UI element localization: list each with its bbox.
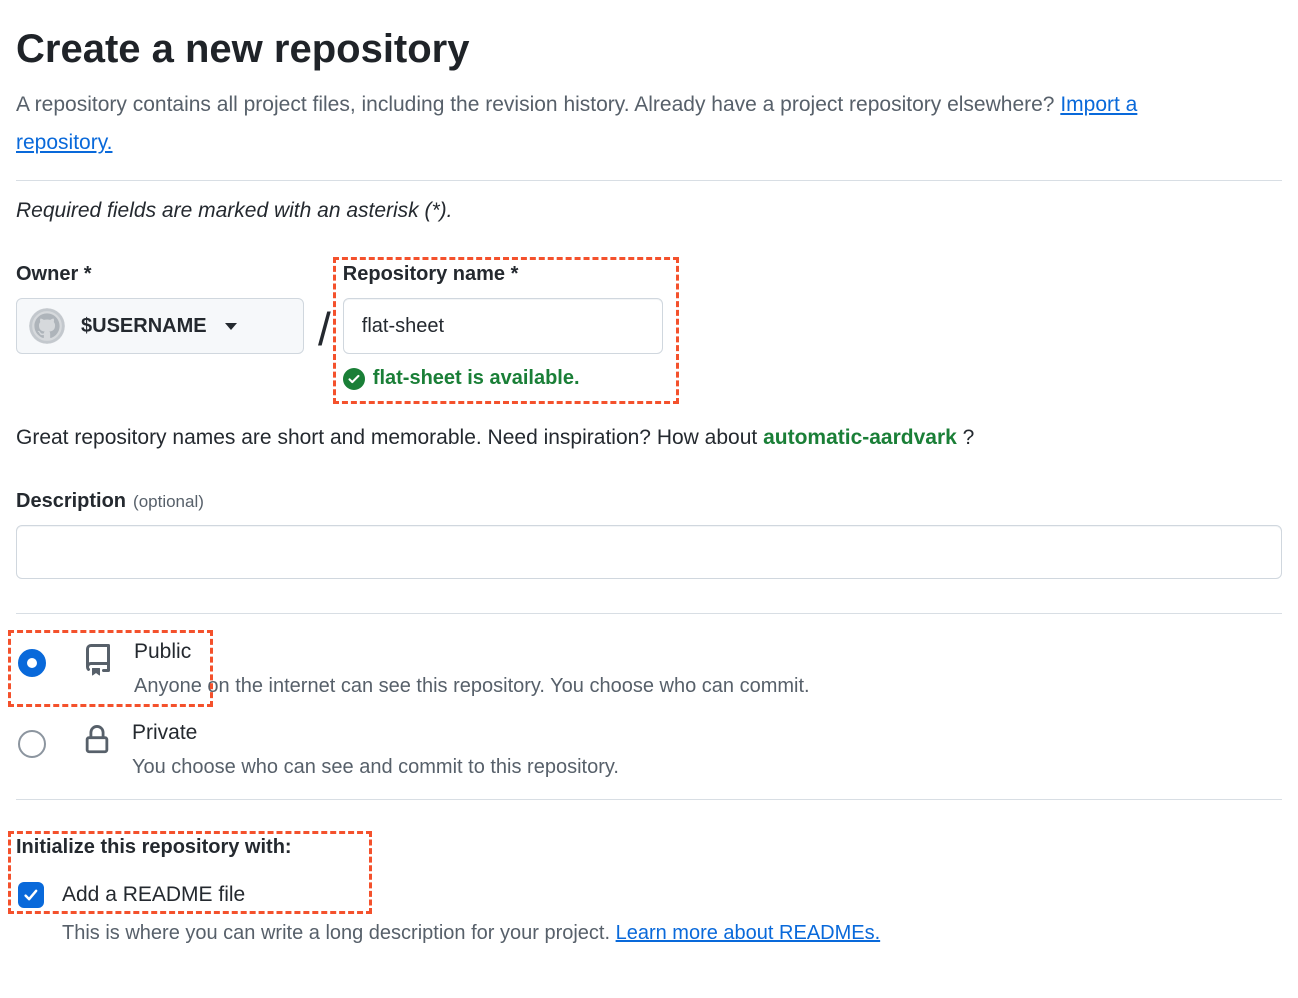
visibility-option-public: Public Anyone on the internet can see th…: [16, 639, 1282, 698]
owner-dropdown-button[interactable]: $USERNAME: [16, 298, 304, 354]
description-label: Description: [16, 490, 126, 513]
owner-field: Owner * $USERNAME: [16, 263, 304, 354]
lock-icon: [82, 725, 112, 760]
name-hint-text: Great repository names are short and mem…: [16, 426, 763, 449]
visibility-option-private: Private You choose who can see and commi…: [16, 720, 1282, 779]
learn-more-readmes-link[interactable]: Learn more about READMEs.: [616, 922, 881, 944]
name-suggestion-line: Great repository names are short and mem…: [16, 426, 1282, 450]
check-circle-icon: [343, 368, 365, 390]
readme-checkbox[interactable]: [18, 882, 44, 908]
owner-avatar-icon: [29, 308, 65, 344]
owner-selected-value: $USERNAME: [81, 315, 207, 338]
suggested-repo-name[interactable]: automatic-aardvark: [763, 426, 957, 449]
repository-name-label: Repository name *: [343, 263, 663, 286]
public-option-description: Anyone on the internet can see this repo…: [134, 674, 810, 698]
owner-repo-separator: /: [318, 301, 331, 357]
readme-checkbox-row: Add a README file: [16, 882, 1282, 908]
readme-checkbox-label[interactable]: Add a README file: [62, 883, 245, 907]
divider: [16, 613, 1282, 614]
availability-status: flat-sheet is available.: [343, 367, 663, 390]
divider: [16, 180, 1282, 181]
description-optional-tag: (optional): [133, 492, 204, 512]
owner-label: Owner *: [16, 263, 304, 286]
private-radio[interactable]: [18, 730, 46, 758]
caret-down-icon: [225, 323, 237, 330]
required-fields-note: Required fields are marked with an aster…: [16, 199, 1282, 223]
owner-repo-row: Owner * $USERNAME / Repository name *: [16, 263, 1282, 390]
intro-paragraph: A repository contains all project files,…: [16, 86, 1231, 162]
divider: [16, 799, 1282, 800]
public-option-text: Public Anyone on the internet can see th…: [134, 639, 810, 698]
description-label-row: Description (optional): [16, 490, 1282, 513]
checkmark-icon: [22, 886, 40, 904]
public-option-label[interactable]: Public: [134, 639, 810, 665]
repository-name-input[interactable]: [343, 298, 663, 354]
public-radio[interactable]: [18, 649, 46, 677]
private-option-description: You choose who can see and commit to thi…: [132, 755, 619, 779]
readme-note-text: This is where you can write a long descr…: [62, 922, 616, 944]
initialize-heading: Initialize this repository with:: [16, 836, 1282, 859]
intro-text: A repository contains all project files,…: [16, 93, 1060, 116]
description-input[interactable]: [16, 525, 1282, 579]
create-repository-page: Create a new repository A repository con…: [0, 26, 1298, 945]
repo-book-icon: [82, 644, 114, 681]
readme-note: This is where you can write a long descr…: [62, 922, 1282, 945]
private-option-text: Private You choose who can see and commi…: [132, 720, 619, 779]
page-title: Create a new repository: [16, 26, 1282, 72]
private-option-label[interactable]: Private: [132, 720, 619, 746]
initialize-section: Initialize this repository with: Add a R…: [16, 836, 1282, 908]
availability-message: flat-sheet is available.: [373, 367, 580, 390]
name-hint-suffix: ?: [957, 426, 975, 449]
repository-name-field: Repository name * flat-sheet is availabl…: [343, 263, 663, 390]
